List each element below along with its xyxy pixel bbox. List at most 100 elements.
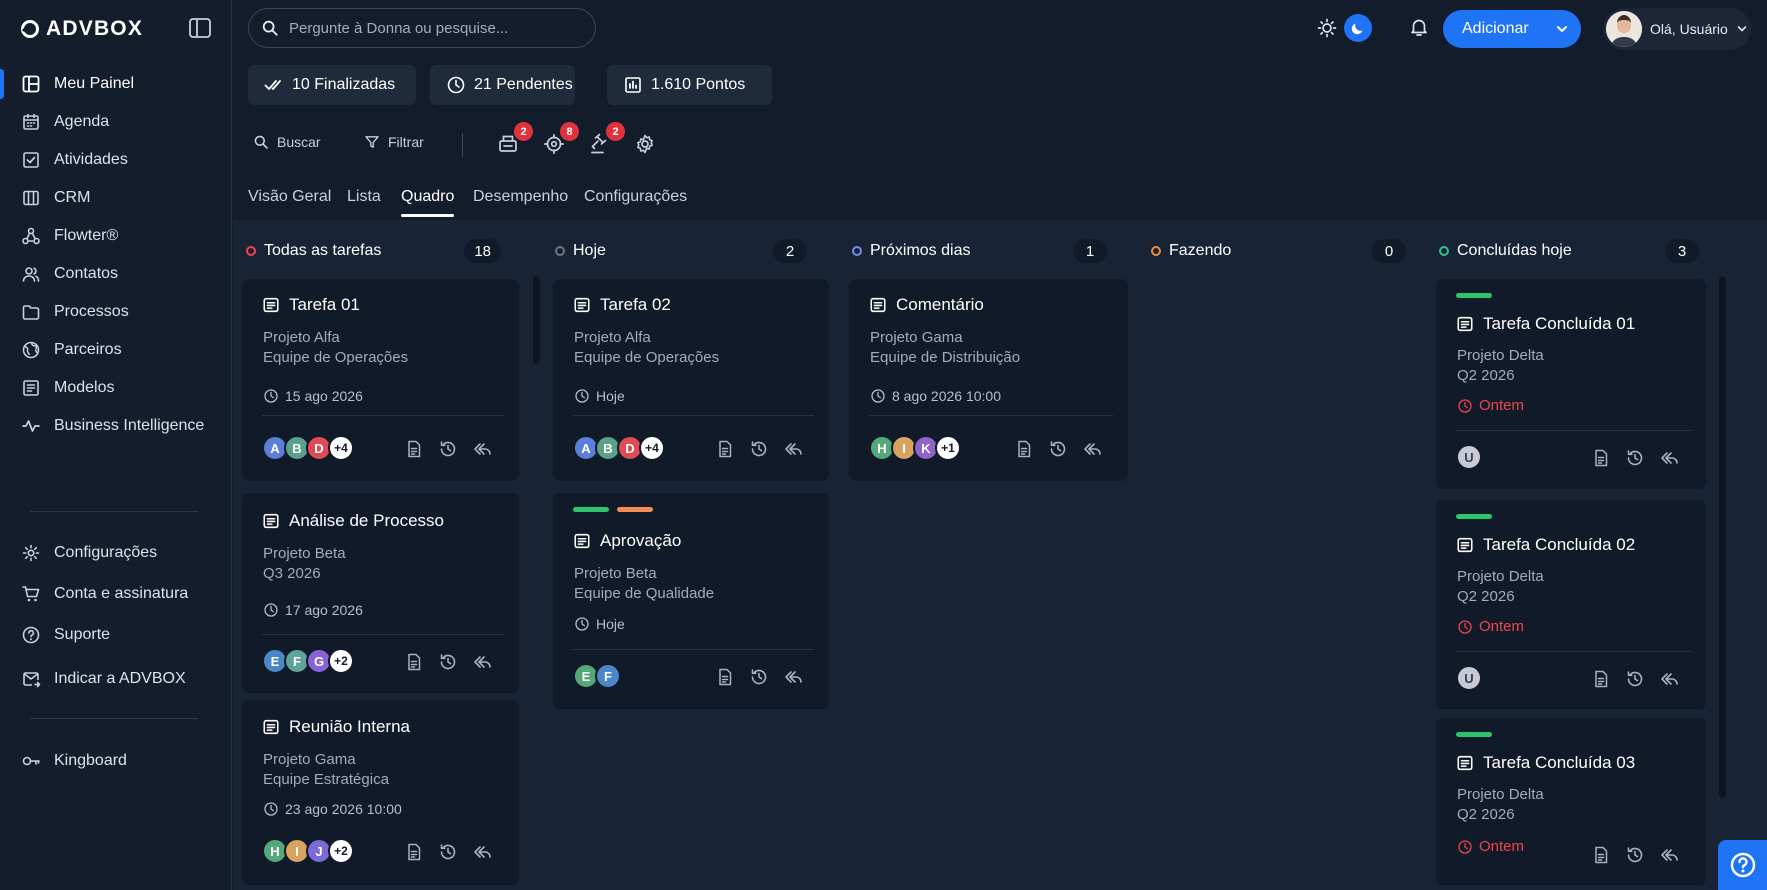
reply-all-icon[interactable] — [1659, 669, 1679, 689]
collapse-sidebar-button[interactable] — [188, 17, 214, 41]
avatar-more[interactable]: +2 — [328, 648, 354, 674]
reply-all-icon[interactable] — [1659, 845, 1679, 865]
sidebar-item-parceiros[interactable]: Parceiros — [0, 331, 232, 369]
column-header-todas[interactable]: Todas as tarefas 18 — [246, 236, 501, 266]
avatar[interactable]: F — [595, 663, 621, 689]
sidebar-item-contatos[interactable]: Contatos — [0, 255, 232, 293]
task-card[interactable]: Comentário Projeto Gama Equipe de Distri… — [849, 279, 1128, 481]
sidebar-item-business-intelligence[interactable]: Business Intelligence — [0, 407, 232, 445]
card-assignees[interactable]: E F — [573, 663, 621, 689]
tab-desempenho[interactable]: Desempenho — [473, 188, 568, 206]
card-assignees[interactable]: A B D +4 — [262, 435, 354, 461]
column-scrollbar[interactable] — [533, 276, 540, 364]
brand-logo[interactable]: ADVBOX — [20, 17, 143, 41]
reply-all-icon[interactable] — [472, 652, 492, 672]
card-assignees[interactable]: E F G +2 — [262, 648, 354, 674]
reply-all-icon[interactable] — [783, 667, 803, 687]
target-tool-button[interactable]: 8 — [543, 122, 579, 157]
tab-quadro[interactable]: Quadro — [401, 188, 455, 217]
task-card[interactable]: Análise de Processo Projeto Beta Q3 2026… — [242, 493, 519, 693]
stat-pendentes[interactable]: 21 Pendentes — [430, 65, 575, 105]
sidebar-item-crm[interactable]: CRM — [0, 179, 232, 217]
document-icon[interactable] — [1014, 439, 1034, 459]
tab-lista[interactable]: Lista — [347, 188, 381, 206]
column-scrollbar[interactable] — [1719, 276, 1726, 798]
document-icon[interactable] — [1591, 448, 1611, 468]
column-header-fazendo[interactable]: Fazendo 0 — [1151, 236, 1406, 266]
task-card[interactable]: Aprovação Projeto Beta Equipe de Qualida… — [553, 493, 829, 709]
sidebar-item-flowter[interactable]: Flowter® — [0, 217, 232, 255]
document-icon[interactable] — [404, 652, 424, 672]
document-icon[interactable] — [715, 439, 735, 459]
sidebar-item-conta-assinatura[interactable]: Conta e assinatura — [0, 575, 232, 613]
sidebar-item-meu-painel[interactable]: Meu Painel — [0, 65, 232, 103]
task-card[interactable]: Tarefa 02 Projeto Alfa Equipe de Operaçõ… — [553, 279, 829, 481]
card-date: 15 ago 2026 — [263, 388, 363, 404]
filter-button[interactable]: Filtrar — [364, 134, 424, 150]
avatar-more[interactable]: +4 — [639, 435, 665, 461]
column-header-proximos[interactable]: Próximos dias 1 — [852, 236, 1107, 266]
help-chat-button[interactable] — [1718, 840, 1767, 890]
document-icon[interactable] — [404, 439, 424, 459]
document-icon[interactable] — [1591, 845, 1611, 865]
sidebar-item-atividades[interactable]: Atividades — [0, 141, 232, 179]
avatar-more[interactable]: +4 — [328, 435, 354, 461]
reply-all-icon[interactable] — [472, 439, 492, 459]
inbox-tool-button[interactable]: 2 — [497, 122, 533, 157]
add-button[interactable]: Adicionar — [1443, 10, 1581, 48]
search-bar[interactable] — [248, 8, 596, 48]
avatar-more[interactable]: +2 — [328, 838, 354, 864]
sun-icon[interactable] — [1316, 17, 1338, 39]
card-assignees[interactable]: H I J +2 — [262, 838, 354, 864]
history-icon[interactable] — [438, 439, 458, 459]
reply-all-icon[interactable] — [783, 439, 803, 459]
history-icon[interactable] — [1625, 669, 1645, 689]
column-header-concluidas[interactable]: Concluídas hoje 3 — [1439, 236, 1699, 266]
task-card[interactable]: Tarefa 01 Projeto Alfa Equipe de Operaçõ… — [242, 279, 519, 481]
reply-all-icon[interactable] — [1659, 448, 1679, 468]
sidebar-item-indicar[interactable]: Indicar a ADVBOX — [0, 660, 232, 698]
avatar[interactable]: U — [1456, 444, 1482, 470]
avatar-more[interactable]: +1 — [935, 435, 961, 461]
avatar[interactable]: U — [1456, 665, 1482, 691]
dark-mode-button[interactable] — [1344, 14, 1372, 42]
history-icon[interactable] — [438, 842, 458, 862]
task-card[interactable]: Tarefa Concluída 03 Projeto Delta Q2 202… — [1436, 718, 1706, 885]
task-card[interactable]: Tarefa Concluída 01 Projeto Delta Q2 202… — [1436, 279, 1706, 489]
document-icon[interactable] — [715, 667, 735, 687]
reply-all-icon[interactable] — [1082, 439, 1102, 459]
sidebar-item-suporte[interactable]: Suporte — [0, 616, 232, 654]
history-icon[interactable] — [438, 652, 458, 672]
search-tool-button[interactable]: Buscar — [253, 134, 321, 150]
card-assignees[interactable]: A B D +4 — [573, 435, 665, 461]
history-icon[interactable] — [1048, 439, 1068, 459]
sidebar-item-kingboard[interactable]: Kingboard — [0, 742, 232, 780]
theme-toggle[interactable] — [1316, 12, 1378, 44]
notifications-button[interactable] — [1408, 16, 1430, 38]
search-input[interactable] — [289, 19, 579, 37]
stat-pontos[interactable]: 1.610 Pontos — [607, 65, 772, 105]
gavel-tool-button[interactable]: 2 — [589, 122, 625, 157]
user-menu[interactable]: Olá, Usuário — [1603, 8, 1751, 50]
task-card[interactable]: Tarefa Concluída 02 Projeto Delta Q2 202… — [1436, 500, 1706, 709]
tab-configuracoes[interactable]: Configurações — [584, 188, 687, 206]
sidebar-item-configuracoes[interactable]: Configurações — [0, 534, 232, 572]
settings-tool-button[interactable] — [634, 133, 658, 157]
history-icon[interactable] — [1625, 845, 1645, 865]
task-card[interactable]: Reunião Interna Projeto Gama Equipe Estr… — [242, 700, 519, 885]
history-icon[interactable] — [1625, 448, 1645, 468]
sidebar-item-processos[interactable]: Processos — [0, 293, 232, 331]
card-assignees[interactable]: U — [1456, 444, 1482, 470]
reply-all-icon[interactable] — [472, 842, 492, 862]
document-icon[interactable] — [404, 842, 424, 862]
card-assignees[interactable]: U — [1456, 665, 1482, 691]
history-icon[interactable] — [749, 439, 769, 459]
card-assignees[interactable]: H I K +1 — [869, 435, 961, 461]
tab-visao-geral[interactable]: Visão Geral — [248, 188, 331, 206]
sidebar-item-modelos[interactable]: Modelos — [0, 369, 232, 407]
sidebar-item-agenda[interactable]: Agenda — [0, 103, 232, 141]
column-header-hoje[interactable]: Hoje 2 — [555, 236, 807, 266]
history-icon[interactable] — [749, 667, 769, 687]
document-icon[interactable] — [1591, 669, 1611, 689]
stat-finalizadas[interactable]: 10 Finalizadas — [248, 65, 416, 105]
